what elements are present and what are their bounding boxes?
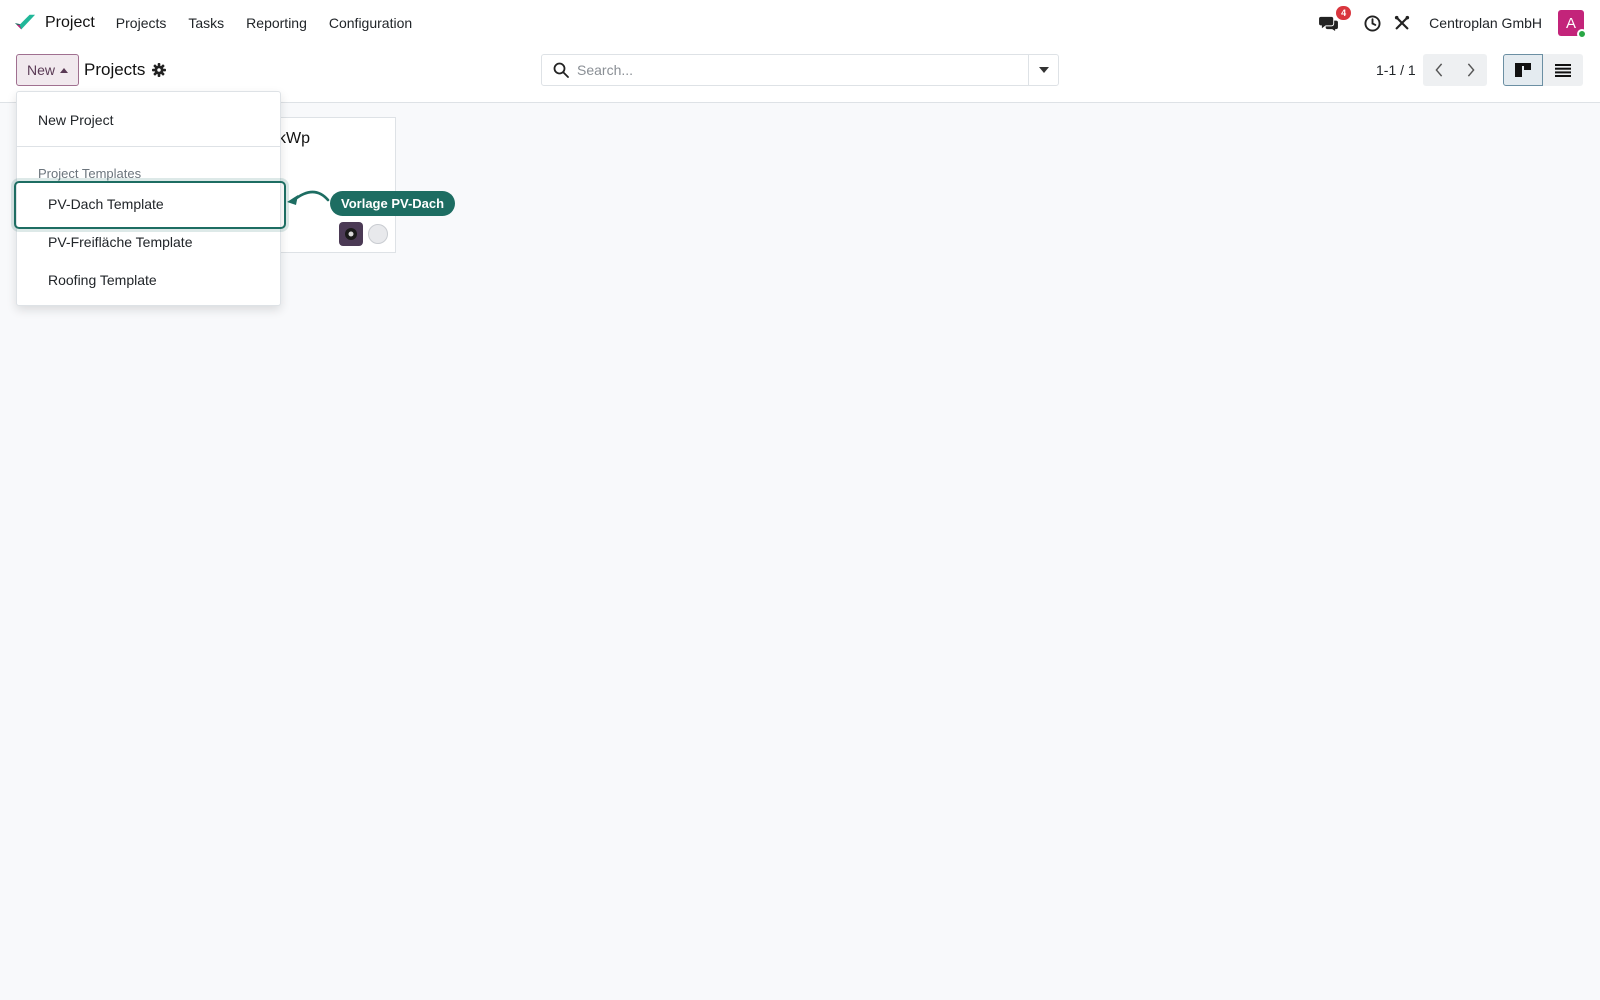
list-view-button[interactable] [1543, 54, 1583, 86]
activity-button[interactable] [1361, 12, 1383, 34]
menu-configuration[interactable]: Configuration [318, 15, 423, 31]
kanban-view-icon [1515, 63, 1531, 77]
caret-up-icon [60, 67, 68, 73]
pager-buttons [1423, 54, 1487, 86]
tour-tooltip: Vorlage PV-Dach [330, 191, 456, 216]
tooltip-text: Vorlage PV-Dach [341, 196, 445, 211]
tools-icon [1395, 15, 1410, 30]
new-dropdown-menu: New Project Project Templates PV-Dach Te… [14, 91, 286, 306]
online-status-icon [1577, 29, 1587, 39]
chevron-right-icon [1467, 63, 1475, 77]
project-manager-avatar[interactable] [339, 222, 363, 246]
menu-projects[interactable]: Projects [105, 15, 178, 31]
search-options-toggle[interactable] [1028, 55, 1058, 85]
caret-down-icon [1038, 67, 1049, 73]
chat-icon [1318, 16, 1338, 31]
dropdown-divider [17, 146, 280, 147]
tooltip-arrow-icon [287, 190, 330, 205]
new-button[interactable]: New [16, 54, 79, 86]
pager-next-button[interactable] [1455, 54, 1487, 86]
search-icon [553, 62, 569, 78]
top-navbar: Project Projects Tasks Reporting Configu… [0, 0, 1600, 46]
pager-previous-button[interactable] [1423, 54, 1455, 86]
breadcrumb: Projects [84, 60, 167, 80]
pager-value[interactable]: 1-1 / 1 [1376, 62, 1416, 78]
navbar-systray: 4 Centroplan GmbH A [1303, 6, 1587, 39]
main-menu: Projects Tasks Reporting Configuration [105, 15, 423, 31]
clock-icon [1364, 14, 1381, 32]
project-card-title: kWp [278, 130, 310, 147]
new-button-label: New [26, 62, 55, 78]
view-switcher [1503, 54, 1583, 86]
project-status-icon[interactable] [368, 224, 388, 244]
app-brand[interactable]: Project [14, 12, 95, 34]
template-item-pv-dach[interactable]: PV-Dach Template [48, 196, 164, 212]
search-input[interactable] [577, 62, 1028, 78]
chevron-left-icon [1435, 63, 1443, 77]
menu-tasks[interactable]: Tasks [177, 15, 235, 31]
messages-button[interactable]: 4 [1317, 6, 1352, 34]
gear-icon[interactable] [152, 63, 167, 77]
template-item-pv-freiflaeche[interactable]: PV-Freifläche Template [48, 234, 192, 250]
templates-section-header: Project Templates [38, 166, 142, 181]
app-name: Project [45, 14, 95, 31]
user-initial: A [1565, 14, 1576, 32]
company-switcher[interactable]: Centroplan GmbH [1429, 15, 1542, 31]
debug-tools-button[interactable] [1391, 12, 1413, 34]
messages-count-badge: 4 [1336, 6, 1352, 20]
kanban-view-button[interactable] [1503, 54, 1543, 86]
new-project-item[interactable]: New Project [38, 112, 113, 128]
project-app-logo-icon [14, 14, 36, 30]
template-item-roofing[interactable]: Roofing Template [48, 272, 157, 288]
search-bar [541, 54, 1059, 86]
user-avatar[interactable]: A [1558, 10, 1587, 39]
menu-reporting[interactable]: Reporting [235, 15, 318, 31]
user-photo-icon [345, 228, 357, 240]
list-view-icon [1555, 63, 1571, 77]
page-title: Projects [84, 60, 146, 79]
